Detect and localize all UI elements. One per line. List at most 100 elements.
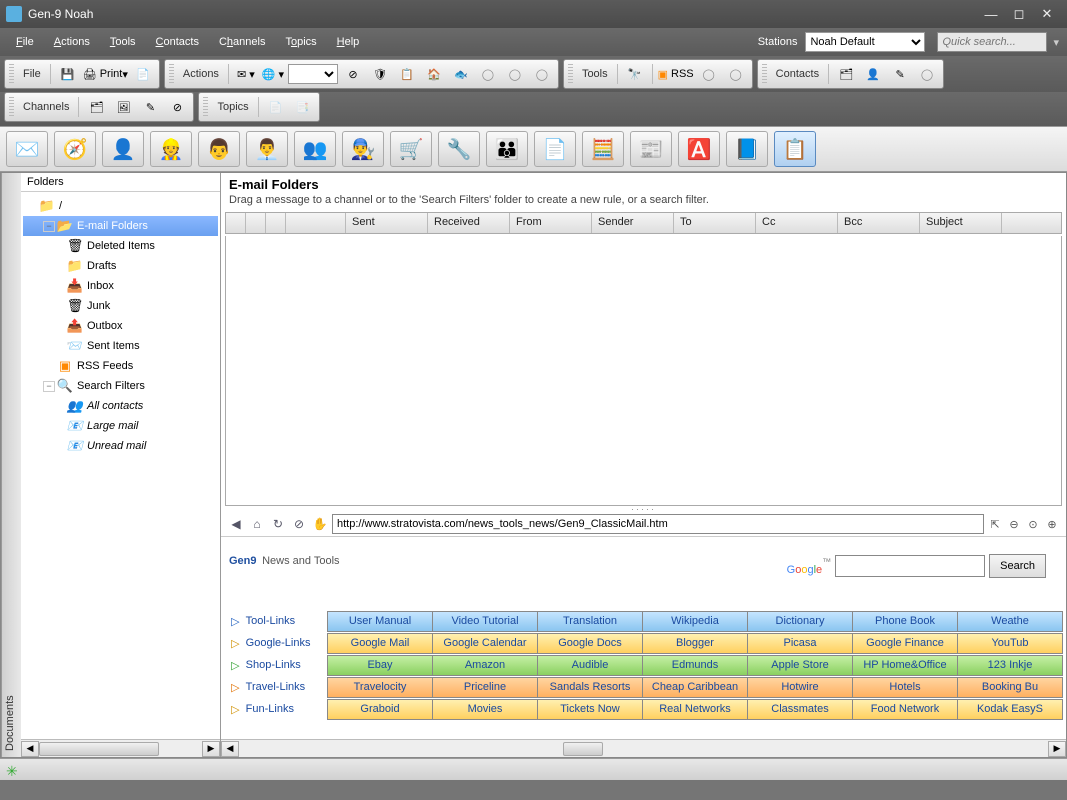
actions-label[interactable]: Actions <box>179 68 223 80</box>
col-empty[interactable] <box>286 213 346 233</box>
menu-file[interactable]: File <box>8 32 42 52</box>
tree-rss[interactable]: ▣RSS Feeds <box>23 356 218 376</box>
bigicon-book[interactable]: 📘 <box>726 131 768 167</box>
bigicon-mail[interactable]: ✉️ <box>6 131 48 167</box>
grip-icon[interactable] <box>203 97 208 117</box>
col-icon[interactable] <box>246 213 266 233</box>
col-cc[interactable]: Cc <box>756 213 838 233</box>
quick-search-input[interactable] <box>937 32 1047 52</box>
menu-channels[interactable]: Channels <box>211 32 274 52</box>
row-label[interactable]: Fun-Links <box>246 703 327 715</box>
link-cell[interactable]: Amazon <box>432 655 538 676</box>
menu-contacts[interactable]: Contacts <box>148 32 207 52</box>
circle1-icon[interactable]: ◯ <box>476 62 500 86</box>
link-cell[interactable]: Google Mail <box>327 633 433 654</box>
bigicon-person3[interactable]: 👨 <box>198 131 240 167</box>
link-cell[interactable]: Priceline <box>432 677 538 698</box>
link-cell[interactable]: Dictionary <box>747 611 853 632</box>
row-arrow-icon[interactable]: ▷ <box>229 702 242 716</box>
circle3-icon[interactable]: ◯ <box>530 62 554 86</box>
bigicon-group[interactable]: 👪 <box>486 131 528 167</box>
vtab-documents[interactable]: Documents <box>1 173 21 757</box>
fish-icon[interactable]: 🐟 <box>449 62 473 86</box>
bigicon-ai[interactable]: 🅰️ <box>678 131 720 167</box>
card-icon[interactable]: 🗂 <box>834 62 858 86</box>
channel-a-icon[interactable]: 🗂 <box>84 95 108 119</box>
scroll-thumb[interactable] <box>563 742 603 756</box>
grip-icon[interactable] <box>568 64 573 84</box>
bigicon-person4[interactable]: 👨‍💼 <box>246 131 288 167</box>
row-arrow-icon[interactable]: ▷ <box>229 680 242 694</box>
bigicon-person2[interactable]: 👷 <box>150 131 192 167</box>
google-search-input[interactable] <box>835 555 985 577</box>
browser-hscroll[interactable]: ◀ ▶ <box>221 739 1066 757</box>
color-select[interactable] <box>288 64 338 84</box>
bigicon-cart[interactable]: 🛒 <box>390 131 432 167</box>
close-button[interactable]: ✕ <box>1033 5 1061 23</box>
link-cell[interactable]: Google Calendar <box>432 633 538 654</box>
link-cell[interactable]: YouTub <box>957 633 1063 654</box>
tool-a-icon[interactable]: ◯ <box>697 62 721 86</box>
col-sent[interactable]: Sent <box>346 213 428 233</box>
col-bcc[interactable]: Bcc <box>838 213 920 233</box>
tree-search-filters[interactable]: −🔍Search Filters <box>23 376 218 396</box>
open-icon[interactable]: ⇱ <box>987 516 1003 532</box>
stop2-icon[interactable]: ⊖ <box>1006 516 1022 532</box>
back-icon[interactable]: ◀ <box>227 515 245 533</box>
scroll-left-icon[interactable]: ◀ <box>21 741 39 757</box>
link-cell[interactable]: Tickets Now <box>537 699 643 720</box>
quick-search-dropdown-icon[interactable]: ▾ <box>1053 36 1059 49</box>
tree-junk[interactable]: 🗑Junk <box>23 296 218 316</box>
link-cell[interactable]: HP Home&Office <box>852 655 958 676</box>
link-cell[interactable]: Movies <box>432 699 538 720</box>
tree-root[interactable]: 📁/ <box>23 196 218 216</box>
contacts-label[interactable]: Contacts <box>772 68 823 80</box>
tree-large-mail[interactable]: 📧Large mail <box>23 416 218 436</box>
minimize-button[interactable]: — <box>977 5 1005 23</box>
row-arrow-icon[interactable]: ▷ <box>229 614 242 628</box>
bigicon-news[interactable]: 📰 <box>630 131 672 167</box>
collapse-icon[interactable]: − <box>43 221 55 232</box>
link-cell[interactable]: Kodak EasyS <box>957 699 1063 720</box>
address-input[interactable] <box>332 514 984 534</box>
link-cell[interactable]: Wikipedia <box>642 611 748 632</box>
link-cell[interactable]: Google Finance <box>852 633 958 654</box>
channel-edit-icon[interactable]: ✎ <box>138 95 162 119</box>
tree-unread-mail[interactable]: 📧Unread mail <box>23 436 218 456</box>
link-cell[interactable]: Ebay <box>327 655 433 676</box>
tree-email-folders[interactable]: −📂E-mail Folders <box>23 216 218 236</box>
house-icon[interactable]: 🏠 <box>422 62 446 86</box>
link-cell[interactable]: Food Network <box>852 699 958 720</box>
home-icon[interactable]: ⌂ <box>248 515 266 533</box>
scroll-left-icon[interactable]: ◀ <box>221 741 239 757</box>
tree-inbox[interactable]: 📥Inbox <box>23 276 218 296</box>
file-label[interactable]: File <box>19 68 45 80</box>
bigicon-person6[interactable]: 👨‍🔧 <box>342 131 384 167</box>
link-cell[interactable]: Video Tutorial <box>432 611 538 632</box>
bigicon-person5[interactable]: 👥 <box>294 131 336 167</box>
bigicon-doc[interactable]: 📄 <box>534 131 576 167</box>
browser-content[interactable]: Gen9 News and Tools Google™ Search ▷Tool… <box>221 536 1066 739</box>
collapse-icon[interactable]: − <box>43 381 55 392</box>
link-cell[interactable]: Picasa <box>747 633 853 654</box>
scroll-right-icon[interactable]: ▶ <box>1048 741 1066 757</box>
row-label[interactable]: Travel-Links <box>246 681 327 693</box>
link-cell[interactable]: Booking Bu <box>957 677 1063 698</box>
link-cell[interactable]: Real Networks <box>642 699 748 720</box>
link-cell[interactable]: Cheap Caribbean <box>642 677 748 698</box>
tree-outbox[interactable]: 📤Outbox <box>23 316 218 336</box>
col-flag[interactable] <box>226 213 246 233</box>
tree-deleted[interactable]: 🗑Deleted Items <box>23 236 218 256</box>
channel-del-icon[interactable]: ⊘ <box>165 95 189 119</box>
hand-icon[interactable]: ✋ <box>311 515 329 533</box>
row-label[interactable]: Shop-Links <box>246 659 327 671</box>
row-arrow-icon[interactable]: ▷ <box>229 636 242 650</box>
link-cell[interactable]: Google Docs <box>537 633 643 654</box>
menu-topics[interactable]: Topics <box>277 32 324 52</box>
refresh-icon[interactable]: ↻ <box>269 515 287 533</box>
maximize-button[interactable]: ◻ <box>1005 5 1033 23</box>
link-cell[interactable]: Phone Book <box>852 611 958 632</box>
link-cell[interactable]: Weathe <box>957 611 1063 632</box>
link-cell[interactable]: Sandals Resorts <box>537 677 643 698</box>
print-button[interactable]: 🖨 Print ▾ <box>83 62 128 86</box>
